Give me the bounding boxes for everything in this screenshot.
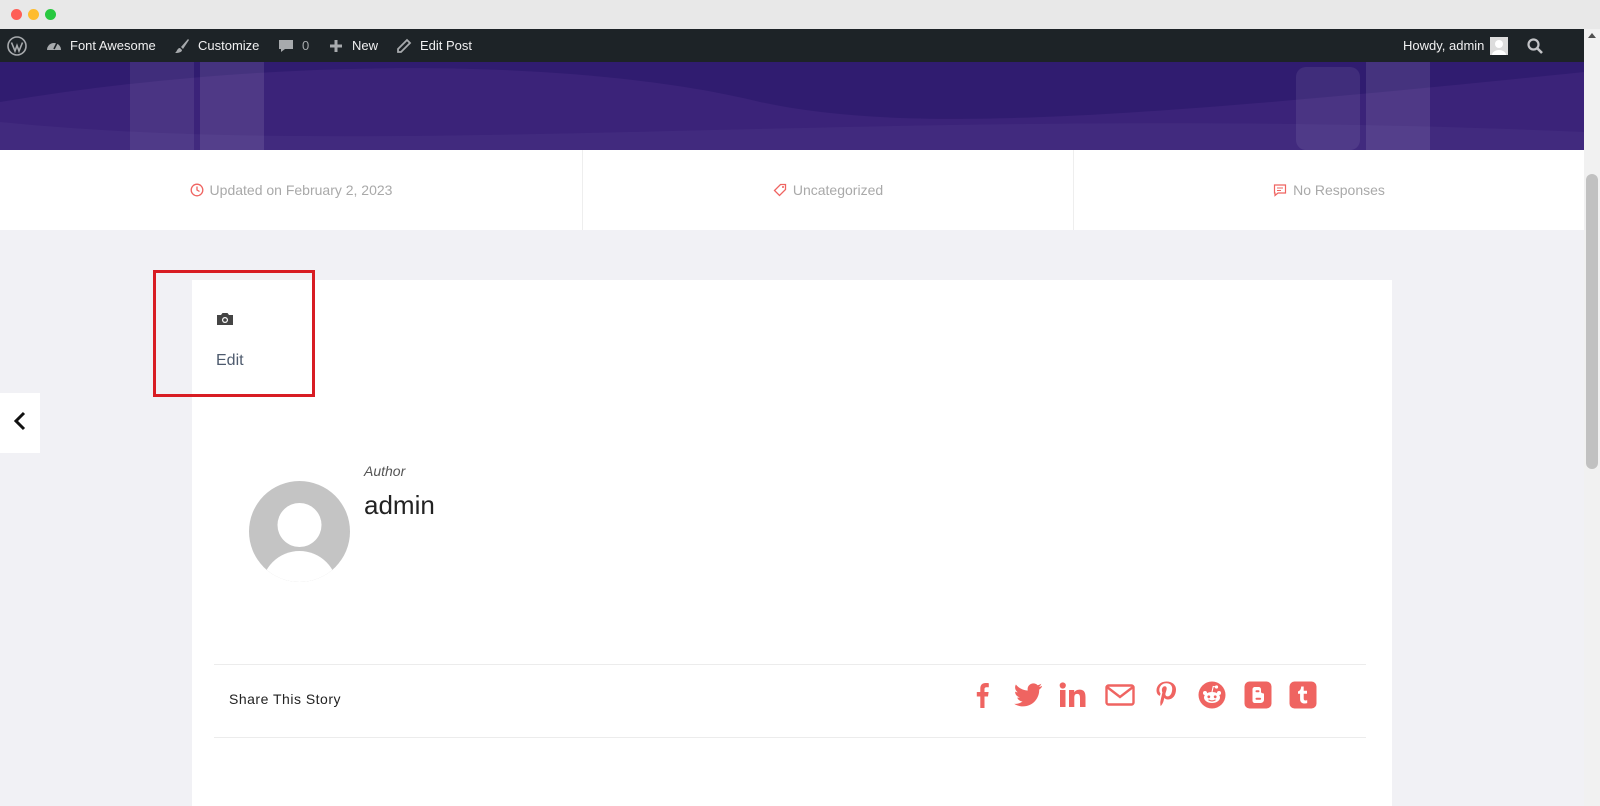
site-name-label: Font Awesome [70,38,156,53]
tag-icon [773,183,787,197]
post-responses-text: No Responses [1293,182,1385,198]
share-linkedin-button[interactable] [1058,681,1088,713]
post-updated-date: Updated on February 2, 2023 [0,150,582,230]
post-meta-strip: Updated on February 2, 2023 Uncategorize… [0,150,1584,230]
post-updated-text: Updated on February 2, 2023 [209,182,393,198]
page-scrollbar[interactable] [1584,29,1600,806]
chevron-left-icon [13,410,27,437]
maximize-window-button[interactable] [45,9,56,20]
admin-bar: Font Awesome Customize 0 New Edit Post H… [0,29,1584,62]
comments-menu[interactable]: 0 [276,29,309,62]
edit-post-label: Edit Post [420,38,473,53]
page-viewport: Font Awesome Customize 0 New Edit Post H… [0,29,1584,806]
post-category[interactable]: Uncategorized [583,150,1073,230]
author-name[interactable]: admin [364,490,435,521]
window-titlebar [0,0,1600,29]
dashboard-gauge-icon [44,36,64,56]
twitter-icon [1014,682,1042,712]
highlight-annotation-box [153,270,315,397]
comment-icon [1273,183,1287,197]
reddit-icon [1198,681,1226,714]
scroll-up-arrow-icon[interactable] [1588,33,1596,38]
previous-post-button[interactable] [0,393,40,453]
hero-background-shapes [0,62,1584,150]
account-menu[interactable]: Howdy, admin [1403,29,1509,62]
tumblr-icon [1289,681,1317,714]
wp-logo-menu[interactable] [7,29,27,62]
new-label: New [352,38,379,53]
new-content-menu[interactable]: New [326,29,378,62]
clock-icon [190,183,204,197]
howdy-label: Howdy, admin [1403,38,1485,53]
admin-avatar-icon [1490,36,1509,55]
comments-count: 0 [302,38,310,53]
share-reddit-button[interactable] [1197,681,1227,714]
share-facebook-button[interactable] [967,682,997,712]
edit-post-menu[interactable]: Edit Post [394,29,472,62]
share-divider-top [214,664,1366,665]
blogger-icon [1244,681,1272,714]
share-blogger-button[interactable] [1243,681,1273,714]
plus-icon [326,36,346,56]
envelope-icon [1105,683,1135,711]
admin-search-button[interactable] [1525,29,1545,62]
share-tumblr-button[interactable] [1288,681,1318,714]
facebook-icon [974,682,990,713]
comment-bubble-icon [276,36,296,56]
share-twitter-button[interactable] [1013,682,1043,712]
wordpress-icon [7,35,27,56]
share-divider-bottom [214,737,1366,738]
share-email-button[interactable] [1103,682,1137,712]
article-card [192,280,1392,806]
share-pinterest-button[interactable] [1151,681,1181,714]
author-avatar [249,481,350,582]
site-name-menu[interactable]: Font Awesome [44,29,156,62]
close-window-button[interactable] [11,9,22,20]
pinterest-icon [1155,681,1177,714]
hero-banner [0,62,1584,150]
paintbrush-icon [172,36,192,56]
pencil-icon [394,36,414,56]
search-icon [1525,36,1545,56]
scrollbar-thumb[interactable] [1586,174,1598,469]
post-responses[interactable]: No Responses [1074,150,1584,230]
post-category-text: Uncategorized [792,182,884,198]
minimize-window-button[interactable] [28,9,39,20]
share-label: Share This Story [229,691,342,707]
author-label: Author [364,463,406,479]
default-avatar-icon [262,503,337,582]
linkedin-icon [1059,681,1087,713]
customize-menu[interactable]: Customize [172,29,259,62]
customize-label: Customize [198,38,260,53]
